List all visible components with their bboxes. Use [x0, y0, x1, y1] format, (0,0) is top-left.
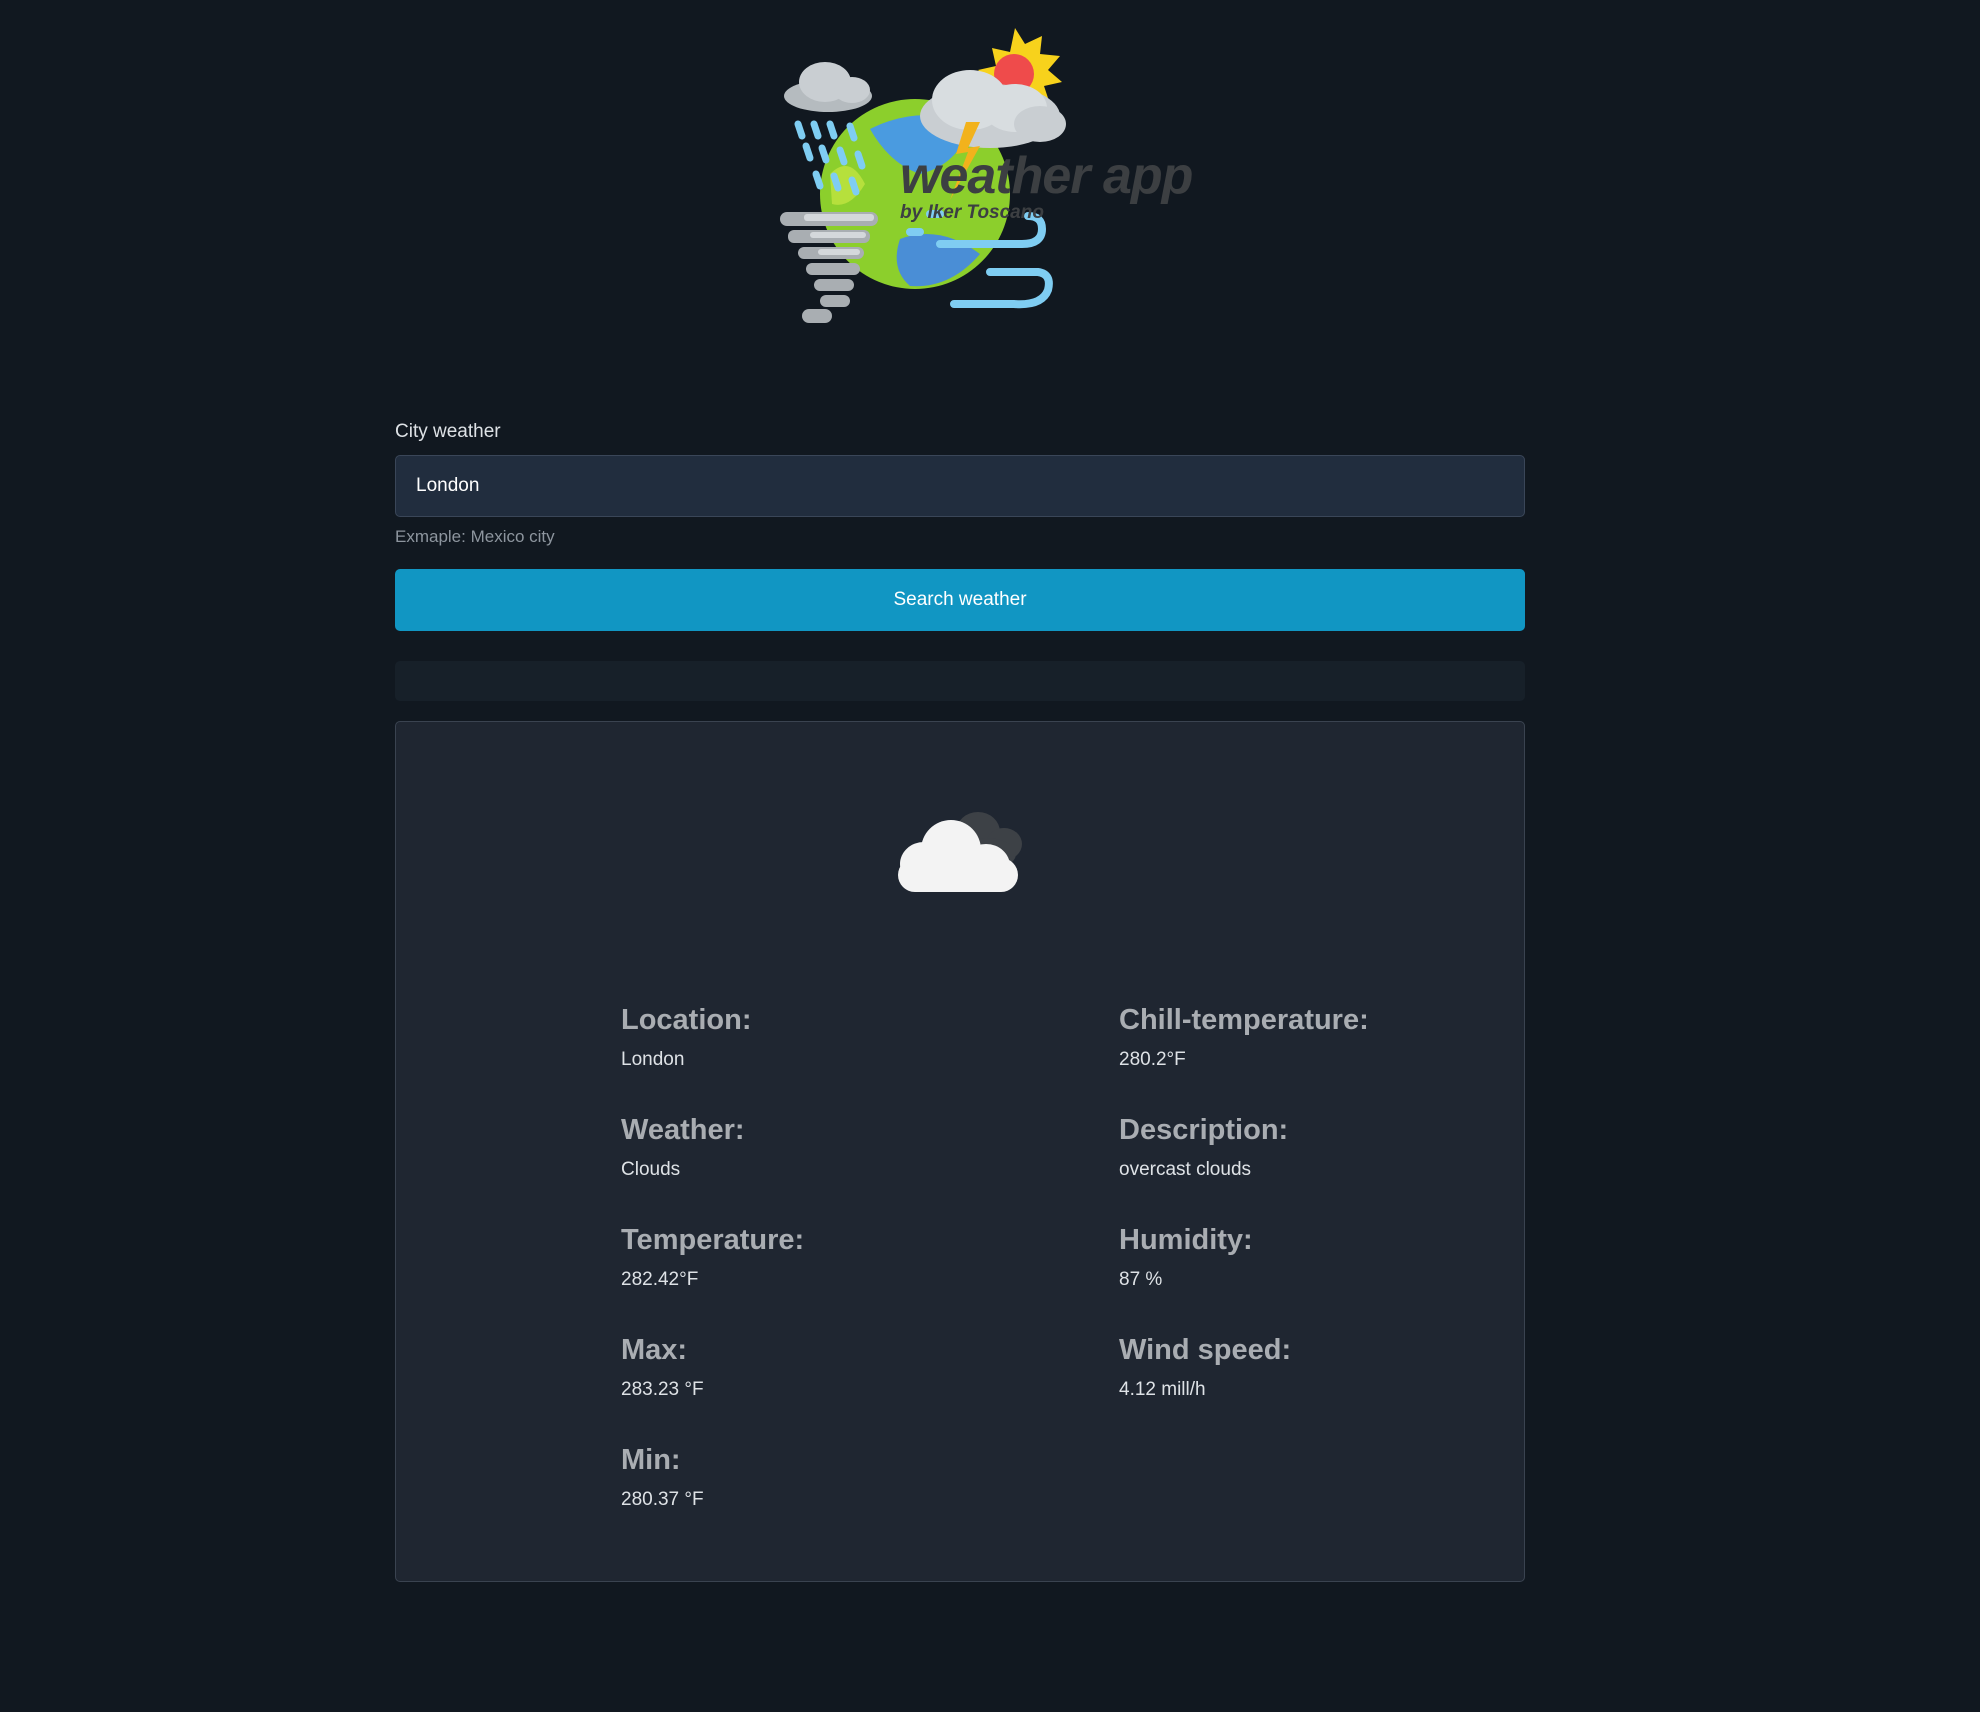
location-value: London [621, 1049, 685, 1070]
chill-temperature-label: Chill-temperature: [1119, 1004, 1369, 1036]
main-container: City weather Exmaple: Mexico city Search… [395, 420, 1525, 1582]
search-weather-button[interactable]: Search weather [395, 569, 1525, 631]
status-bar [395, 661, 1525, 701]
min-item: Min: 280.37 °F [621, 1442, 981, 1552]
temperature-value: 282.42°F [621, 1269, 699, 1290]
chill-temperature-value: 280.2°F [1119, 1049, 1186, 1070]
overcast-clouds-icon [898, 812, 1022, 892]
logo-byline: by Iker Toscano [900, 202, 1044, 223]
max-label: Max: [621, 1334, 688, 1366]
humidity-label: Humidity: [1119, 1224, 1253, 1256]
wind-speed-label: Wind speed: [1119, 1334, 1292, 1366]
location-item: Location: London [621, 1002, 981, 1112]
temperature-item: Temperature: 282.42°F [621, 1222, 981, 1332]
details-left-column: Location: London Weather: Clouds Tempera… [621, 1002, 981, 1552]
description-item: Description: overcast clouds [1119, 1112, 1479, 1222]
temperature-label: Temperature: [621, 1224, 805, 1256]
min-value: 280.37 °F [621, 1489, 704, 1510]
logo-title: weather app [900, 147, 1193, 205]
weather-item: Weather: Clouds [621, 1112, 981, 1222]
city-input[interactable] [395, 455, 1525, 517]
location-label: Location: [621, 1004, 752, 1036]
wind-speed-value: 4.12 mill/h [1119, 1379, 1206, 1400]
city-input-help: Exmaple: Mexico city [395, 527, 555, 546]
max-value: 283.23 °F [621, 1379, 704, 1400]
city-weather-label: City weather [395, 421, 501, 442]
chill-temperature-item: Chill-temperature: 280.2°F [1119, 1002, 1479, 1112]
details-right-column: Chill-temperature: 280.2°F Description: … [1119, 1002, 1479, 1442]
weather-result-card: Location: London Weather: Clouds Tempera… [395, 721, 1525, 1582]
weather-label: Weather: [621, 1114, 745, 1146]
max-item: Max: 283.23 °F [621, 1332, 981, 1442]
wind-speed-item: Wind speed: 4.12 mill/h [1119, 1332, 1479, 1442]
description-label: Description: [1119, 1114, 1289, 1146]
min-label: Min: [621, 1444, 681, 1476]
humidity-item: Humidity: 87 % [1119, 1222, 1479, 1332]
app-logo: weather app by Iker Toscano [770, 24, 1193, 324]
weather-value: Clouds [621, 1159, 681, 1180]
description-value: overcast clouds [1119, 1159, 1252, 1180]
humidity-value: 87 % [1119, 1269, 1163, 1290]
